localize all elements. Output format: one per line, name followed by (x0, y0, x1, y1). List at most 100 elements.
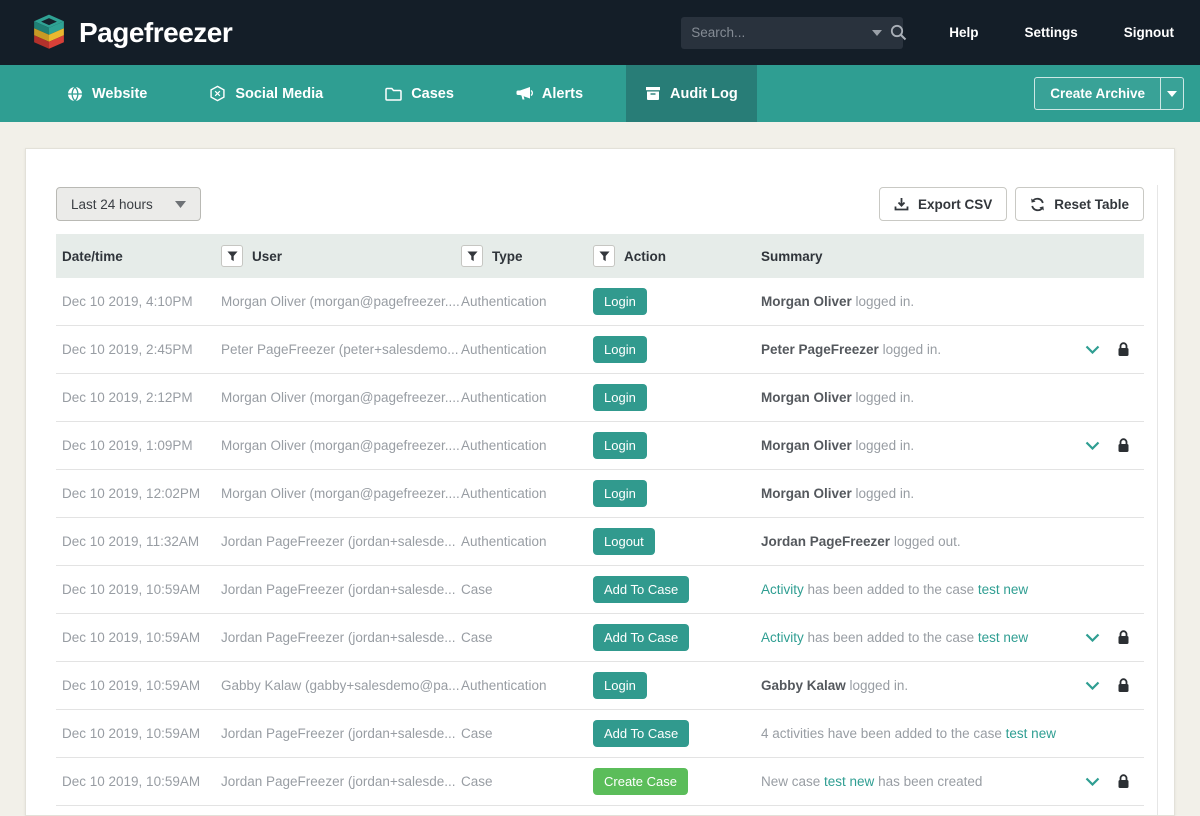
expand-chevron-icon[interactable] (1085, 777, 1100, 786)
nav-item-website[interactable]: Website (48, 65, 166, 122)
row-datetime: Dec 10 2019, 10:59AM (62, 582, 201, 597)
row-type: Authentication (461, 678, 547, 693)
hexagon-icon (209, 85, 226, 102)
table-row: Dec 10 2019, 2:12PM Morgan Oliver (morga… (56, 374, 1144, 422)
row-type: Authentication (461, 486, 547, 501)
row-type: Authentication (461, 342, 547, 357)
expand-chevron-icon[interactable] (1085, 633, 1100, 642)
row-type: Authentication (461, 534, 547, 549)
row-datetime: Dec 10 2019, 10:59AM (62, 678, 201, 693)
create-archive-button[interactable]: Create Archive (1034, 77, 1160, 110)
expand-chevron-icon[interactable] (1085, 441, 1100, 450)
scroll-track[interactable] (1157, 185, 1158, 815)
action-badge: Login (593, 432, 647, 459)
topbar: Pagefreezer Help Settings Signout (0, 0, 1200, 65)
nav-item-cases[interactable]: Cases (366, 65, 473, 122)
table-row: Dec 10 2019, 4:10PM Morgan Oliver (morga… (56, 278, 1144, 326)
table-row: Dec 10 2019, 10:59AM Jordan PageFreezer … (56, 566, 1144, 614)
table-row: Dec 10 2019, 11:32AM Jordan PageFreezer … (56, 518, 1144, 566)
row-user: Jordan PageFreezer (jordan+salesde... (221, 726, 456, 741)
brand-name: Pagefreezer (79, 16, 233, 48)
lock-icon (1117, 438, 1130, 453)
nav-label: Social Media (235, 85, 324, 102)
globe-icon (67, 86, 83, 102)
search-scope-caret-icon[interactable] (872, 29, 883, 36)
lock-icon (1117, 678, 1130, 693)
row-user: Jordan PageFreezer (jordan+salesde... (221, 582, 456, 597)
row-type: Case (461, 582, 493, 597)
row-summary: Morgan Oliver logged in. (761, 390, 915, 405)
time-range-value: Last 24 hours (71, 196, 153, 212)
reset-table-button[interactable]: Reset Table (1015, 187, 1144, 221)
nav-item-audit-log[interactable]: Audit Log (626, 65, 757, 122)
row-summary: Jordan PageFreezer logged out. (761, 534, 961, 549)
lock-icon (1117, 630, 1130, 645)
pagefreezer-logo[interactable]: Pagefreezer (28, 12, 233, 54)
table-row: Dec 10 2019, 1:09PM Morgan Oliver (morga… (56, 422, 1144, 470)
filter-action-button[interactable] (593, 245, 615, 267)
audit-log-card: Last 24 hours Export CSV Reset Table Dat… (25, 148, 1175, 816)
column-header-user: User (221, 245, 461, 267)
nav-label: Cases (411, 85, 454, 102)
row-type: Authentication (461, 294, 547, 309)
filter-user-button[interactable] (221, 245, 243, 267)
row-user: Morgan Oliver (morgan@pagefreezer.... (221, 486, 460, 501)
row-summary: New case test new has been created (761, 774, 983, 789)
row-datetime: Dec 10 2019, 10:59AM (62, 774, 201, 789)
action-badge: Create Case (593, 768, 688, 795)
refresh-icon (1030, 197, 1045, 212)
expand-chevron-icon[interactable] (1085, 345, 1100, 354)
toolbar: Last 24 hours Export CSV Reset Table (56, 187, 1144, 221)
table-header: Date/time User Type Action Summary (56, 234, 1144, 278)
row-user: Peter PageFreezer (peter+salesdemo... (221, 342, 459, 357)
row-type: Case (461, 774, 493, 789)
megaphone-icon (516, 86, 533, 101)
nav-label: Alerts (541, 85, 584, 102)
row-user: Jordan PageFreezer (jordan+salesde... (221, 534, 456, 549)
lock-icon (1117, 774, 1130, 789)
nav-item-alerts[interactable]: Alerts (497, 65, 602, 122)
nav-label: Audit Log (670, 85, 738, 102)
filter-type-button[interactable] (461, 245, 483, 267)
export-csv-button[interactable]: Export CSV (878, 187, 1008, 221)
row-datetime: Dec 10 2019, 10:59AM (62, 726, 201, 741)
row-summary: Activity has been added to the case test… (761, 582, 1029, 597)
row-summary: Peter PageFreezer logged in. (761, 342, 942, 357)
settings-link[interactable]: Settings (1024, 25, 1077, 40)
content: Last 24 hours Export CSV Reset Table Dat… (0, 122, 1200, 816)
search-input[interactable] (691, 25, 869, 40)
create-archive-caret-icon[interactable] (1160, 77, 1184, 110)
table-row: Dec 10 2019, 12:02PM Morgan Oliver (morg… (56, 470, 1144, 518)
action-badge: Add To Case (593, 576, 690, 603)
row-user: Jordan PageFreezer (jordan+salesde... (221, 774, 456, 789)
expand-chevron-icon[interactable] (1085, 681, 1100, 690)
row-summary: 4 activities have been added to the case… (761, 726, 1056, 741)
table-body: Dec 10 2019, 4:10PM Morgan Oliver (morga… (56, 278, 1144, 806)
action-badge: Logout (593, 528, 655, 555)
export-csv-label: Export CSV (917, 196, 993, 212)
row-type: Authentication (461, 390, 547, 405)
action-badge: Login (593, 480, 647, 507)
archive-icon (645, 86, 661, 101)
table-row: Dec 10 2019, 2:45PM Peter PageFreezer (p… (56, 326, 1144, 374)
search-box (681, 16, 907, 49)
action-badge: Add To Case (593, 720, 690, 747)
row-summary: Activity has been added to the case test… (761, 630, 1029, 645)
time-range-select[interactable]: Last 24 hours (56, 187, 201, 221)
action-badge: Login (593, 672, 647, 699)
main-nav: Website Social Media Cases Alerts Audit … (0, 65, 1200, 122)
row-user: Gabby Kalaw (gabby+salesdemo@pa... (221, 678, 460, 693)
row-user: Morgan Oliver (morgan@pagefreezer.... (221, 438, 460, 453)
help-link[interactable]: Help (949, 25, 978, 40)
row-datetime: Dec 10 2019, 2:45PM (62, 342, 193, 357)
column-header-type: Type (461, 245, 593, 267)
row-datetime: Dec 10 2019, 4:10PM (62, 294, 193, 309)
pagefreezer-logo-icon (28, 12, 70, 54)
download-icon (894, 197, 909, 212)
nav-item-social-media[interactable]: Social Media (190, 65, 342, 122)
row-datetime: Dec 10 2019, 11:32AM (62, 534, 200, 549)
lock-icon (1117, 342, 1130, 357)
table-row: Dec 10 2019, 10:59AM Jordan PageFreezer … (56, 710, 1144, 758)
row-type: Case (461, 726, 493, 741)
signout-link[interactable]: Signout (1124, 25, 1174, 40)
